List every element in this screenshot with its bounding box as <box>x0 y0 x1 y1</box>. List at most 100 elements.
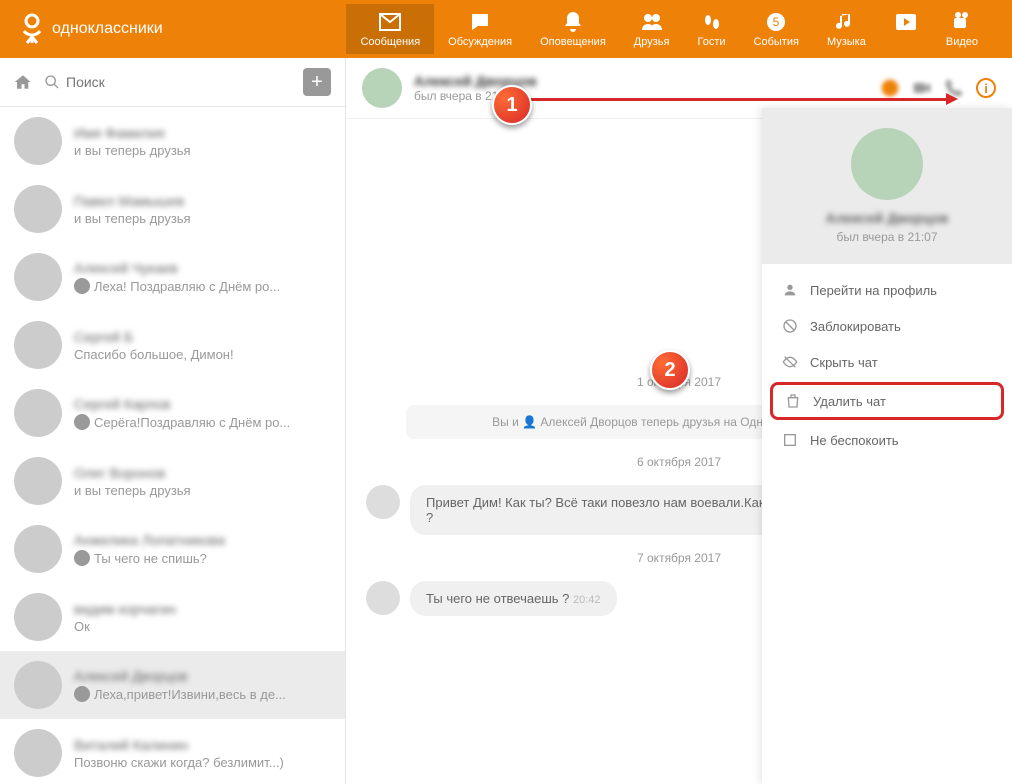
friends-icon <box>640 10 664 34</box>
chat-item[interactable]: Виталий Калинин Позвоню скажи когда? без… <box>0 719 345 784</box>
home-icon[interactable] <box>14 73 32 91</box>
block-icon <box>782 318 798 334</box>
chat-preview: Позвоню скажи когда? безлимит...) <box>74 755 331 770</box>
menu-label: Удалить чат <box>813 394 886 409</box>
conversation-avatar[interactable] <box>362 68 402 108</box>
chat-item[interactable]: Алексей Дворцов Леха,привет!Извини,весь … <box>0 651 345 719</box>
annotation-arrow <box>530 98 950 101</box>
search-wrap <box>44 74 291 90</box>
chat-avatar <box>14 457 62 505</box>
menu-item-trash[interactable]: Удалить чат <box>770 382 1004 420</box>
chat-name: Павел Мамышев <box>74 193 331 209</box>
chat-item[interactable]: Алексей Чукаев Леха! Поздравляю с Днём р… <box>0 243 345 311</box>
mail-icon <box>378 10 402 34</box>
profile-panel: Алексей Дворцов был вчера в 21:07 Перейт… <box>762 108 1012 784</box>
nav-item-chat[interactable]: Обсуждения <box>434 4 526 54</box>
chat-avatar <box>14 321 62 369</box>
nav: Сообщения Обсуждения Оповещения Друзья Гости… <box>346 4 992 54</box>
nav-label: Оповещения <box>540 36 606 48</box>
menu-item-block[interactable]: Заблокировать <box>762 308 1012 344</box>
menu-label: Перейти на профиль <box>810 283 937 298</box>
chat-avatar <box>14 593 62 641</box>
message-bubble: Ты чего не отвечаешь ? 20:42 <box>410 581 617 616</box>
nav-item-events[interactable]: 5События <box>740 4 813 54</box>
logo[interactable]: одноклассники <box>20 13 163 45</box>
chat-name: Алексей Чукаев <box>74 260 331 276</box>
user-icon <box>782 282 798 298</box>
callout-2: 2 <box>650 350 690 390</box>
conversation-actions: i <box>880 78 996 98</box>
square-icon <box>782 432 798 448</box>
chat-name: Олег Воронов <box>74 465 331 481</box>
sidebar: + Имя Фамилия и вы теперь друзья Павел М… <box>0 58 346 784</box>
chat-avatar <box>14 525 62 573</box>
chat-preview: Ты чего не спишь? <box>74 550 331 566</box>
callout-1: 1 <box>492 85 532 125</box>
mini-avatar <box>74 414 90 430</box>
menu-item-square[interactable]: Не беспокоить <box>762 422 1012 458</box>
conversation-name[interactable]: Алексей Дворцов <box>414 73 868 89</box>
nav-item-music[interactable]: Музыка <box>813 4 880 54</box>
mini-avatar <box>74 550 90 566</box>
chat-preview: Ок <box>74 619 331 634</box>
chat-name: Сергей Б <box>74 329 331 345</box>
panel-avatar[interactable] <box>851 128 923 200</box>
panel-menu: Перейти на профиль Заблокировать Скрыть ча… <box>762 264 1012 466</box>
nav-item-feet[interactable]: Гости <box>683 4 739 54</box>
chat-item[interactable]: вадим корчагин Ок <box>0 583 345 651</box>
menu-label: Скрыть чат <box>810 355 878 370</box>
nav-item-play[interactable] <box>880 4 932 54</box>
main: Алексей Дворцов был вчера в 21:07 i 1 ок… <box>346 58 1012 784</box>
chat-item[interactable]: Сергей Б Спасибо большое, Димон! <box>0 311 345 379</box>
chat-name: Алексей Дворцов <box>74 668 331 684</box>
chat-avatar <box>14 389 62 437</box>
nav-label: Видео <box>946 36 978 48</box>
menu-item-user[interactable]: Перейти на профиль <box>762 272 1012 308</box>
chat-avatar <box>14 729 62 777</box>
search-input[interactable] <box>66 74 291 90</box>
hide-icon <box>782 354 798 370</box>
chat-avatar <box>14 661 62 709</box>
money-icon[interactable] <box>880 78 900 98</box>
svg-text:5: 5 <box>773 15 780 29</box>
panel-name: Алексей Дворцов <box>782 210 992 226</box>
chat-preview: Леха,привет!Извини,весь в де... <box>74 686 331 702</box>
nav-item-bell[interactable]: Оповещения <box>526 4 620 54</box>
nav-item-mail[interactable]: Сообщения <box>346 4 434 54</box>
chat-name: Анжелика Лопатникова <box>74 532 331 548</box>
chat-preview: и вы теперь друзья <box>74 211 331 226</box>
chat-name: вадим корчагин <box>74 601 331 617</box>
chat-list: Имя Фамилия и вы теперь друзья Павел Мам… <box>0 107 345 784</box>
chat-name: Имя Фамилия <box>74 125 331 141</box>
chat-item[interactable]: Имя Фамилия и вы теперь друзья <box>0 107 345 175</box>
chat-avatar <box>14 253 62 301</box>
nav-label: Гости <box>697 36 725 48</box>
chat-preview: Серёга!Поздравляю с Днём ро... <box>74 414 331 430</box>
chat-item[interactable]: Сергей Карпов Серёга!Поздравляю с Днём р… <box>0 379 345 447</box>
chat-name: Виталий Калинин <box>74 737 331 753</box>
trash-icon <box>785 393 801 409</box>
nav-item-video[interactable]: Видео <box>932 4 992 54</box>
nav-label: Обсуждения <box>448 36 512 48</box>
search-icon <box>44 74 60 90</box>
chat-preview: Леха! Поздравляю с Днём ро... <box>74 278 331 294</box>
info-icon[interactable]: i <box>976 78 996 98</box>
chat-preview: и вы теперь друзья <box>74 143 331 158</box>
nav-label: Друзья <box>634 36 670 48</box>
message-avatar[interactable] <box>366 485 400 519</box>
panel-header: Алексей Дворцов был вчера в 21:07 <box>762 108 1012 264</box>
chat-preview: Спасибо большое, Димон! <box>74 347 331 362</box>
sidebar-top: + <box>0 58 345 107</box>
chat-item[interactable]: Анжелика Лопатникова Ты чего не спишь? <box>0 515 345 583</box>
menu-item-hide[interactable]: Скрыть чат <box>762 344 1012 380</box>
chat-item[interactable]: Павел Мамышев и вы теперь друзья <box>0 175 345 243</box>
add-button[interactable]: + <box>303 68 331 96</box>
chat-item[interactable]: Олег Воронов и вы теперь друзья <box>0 447 345 515</box>
nav-item-friends[interactable]: Друзья <box>620 4 684 54</box>
video-call-icon[interactable] <box>912 78 932 98</box>
bell-icon <box>561 10 585 34</box>
chat-preview: и вы теперь друзья <box>74 483 331 498</box>
message-avatar[interactable] <box>366 581 400 615</box>
header: одноклассники Сообщения Обсуждения Оповеще… <box>0 0 1012 58</box>
nav-label: Сообщения <box>360 36 420 48</box>
